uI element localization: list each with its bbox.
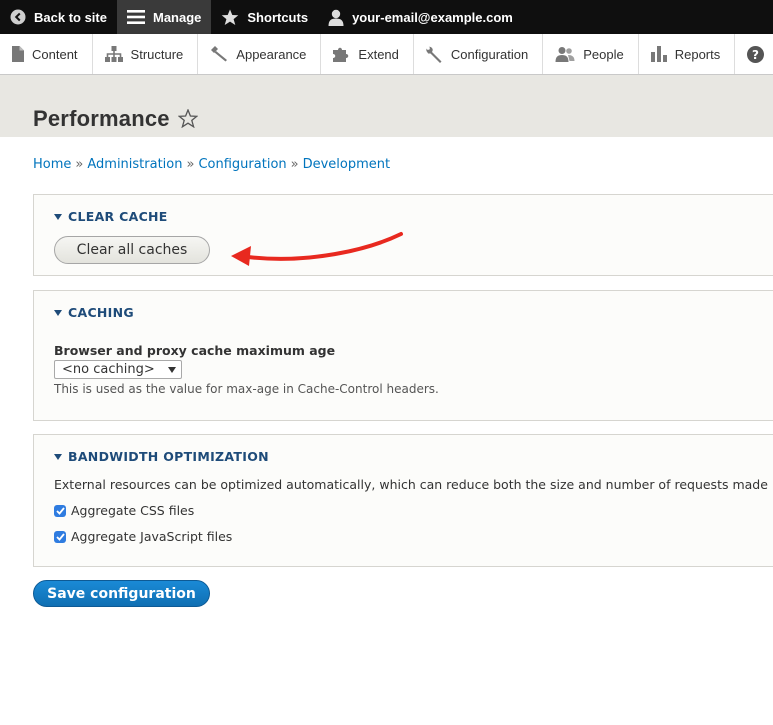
max-age-selected-value: <no caching> bbox=[62, 362, 155, 377]
tray-item-content[interactable]: Content bbox=[0, 34, 93, 74]
admin-tray: Content Structure Appearance Extend Conf… bbox=[0, 34, 773, 75]
tray-item-extend[interactable]: Extend bbox=[321, 34, 414, 74]
star-icon bbox=[221, 9, 239, 26]
breadcrumb-development[interactable]: Development bbox=[303, 157, 391, 172]
clear-all-caches-button[interactable]: Clear all caches bbox=[54, 236, 210, 264]
aggregate-css-row: Aggregate CSS files bbox=[54, 503, 194, 518]
user-tab[interactable]: your-email@example.com bbox=[318, 0, 523, 34]
back-arrow-icon bbox=[10, 9, 26, 25]
caching-legend-text: CACHING bbox=[68, 305, 134, 320]
wrench-icon bbox=[426, 46, 443, 63]
svg-text:?: ? bbox=[752, 48, 759, 62]
chevron-down-icon bbox=[168, 367, 176, 373]
clear-cache-legend[interactable]: CLEAR CACHE bbox=[54, 209, 168, 224]
bandwidth-legend[interactable]: BANDWIDTH OPTIMIZATION bbox=[54, 449, 269, 464]
collapse-triangle-icon bbox=[54, 213, 62, 220]
breadcrumb-separator: » bbox=[186, 157, 195, 172]
admin-toolbar: Back to site Manage Shortcuts your-email… bbox=[0, 0, 773, 34]
breadcrumb-administration[interactable]: Administration bbox=[87, 157, 182, 172]
people-icon bbox=[555, 46, 575, 62]
tray-item-label: Extend bbox=[358, 46, 399, 62]
tray-item-label: People bbox=[583, 46, 624, 62]
aggregate-css-checkbox[interactable] bbox=[54, 504, 66, 517]
checkmark-icon bbox=[55, 506, 65, 515]
breadcrumb-separator: » bbox=[290, 157, 299, 172]
collapse-triangle-icon bbox=[54, 453, 62, 460]
tray-item-configuration[interactable]: Configuration bbox=[414, 34, 544, 74]
checkmark-icon bbox=[55, 532, 65, 541]
max-age-description: This is used as the value for max-age in… bbox=[54, 382, 439, 396]
user-icon bbox=[328, 9, 344, 26]
page-icon bbox=[12, 46, 24, 62]
tray-item-people[interactable]: People bbox=[543, 34, 639, 74]
save-configuration-button[interactable]: Save configuration bbox=[33, 580, 210, 607]
menu-icon bbox=[126, 10, 145, 24]
bandwidth-fieldset: BANDWIDTH OPTIMIZATION External resource… bbox=[33, 434, 773, 567]
breadcrumb-separator: » bbox=[75, 157, 84, 172]
manage-label: Manage bbox=[152, 9, 202, 25]
max-age-label: Browser and proxy cache maximum age bbox=[54, 343, 336, 358]
user-label: your-email@example.com bbox=[352, 9, 513, 25]
page-title: Performance bbox=[33, 106, 170, 131]
bar-chart-icon bbox=[650, 46, 667, 62]
aggregate-css-label[interactable]: Aggregate CSS files bbox=[71, 503, 194, 518]
caching-legend[interactable]: CACHING bbox=[54, 305, 134, 320]
bandwidth-description: External resources can be optimized auto… bbox=[54, 477, 768, 492]
help-icon: ? bbox=[747, 45, 765, 63]
tray-item-label: Reports bbox=[674, 46, 721, 62]
structure-icon bbox=[104, 46, 123, 62]
manage-tab[interactable]: Manage bbox=[116, 0, 212, 34]
tray-item-appearance[interactable]: Appearance bbox=[198, 34, 322, 74]
red-arrow-annotation bbox=[231, 232, 403, 266]
back-to-site-link[interactable]: Back to site bbox=[0, 0, 117, 34]
puzzle-icon bbox=[333, 46, 350, 62]
tray-item-label: Structure bbox=[130, 46, 184, 62]
aggregate-js-row: Aggregate JavaScript files bbox=[54, 529, 232, 544]
brush-icon bbox=[210, 46, 228, 62]
max-age-select[interactable]: <no caching> bbox=[54, 360, 182, 379]
tray-item-help[interactable]: ? H bbox=[735, 34, 773, 74]
bandwidth-legend-text: BANDWIDTH OPTIMIZATION bbox=[68, 449, 269, 464]
collapse-triangle-icon bbox=[54, 309, 62, 316]
tray-item-reports[interactable]: Reports bbox=[639, 34, 736, 74]
aggregate-js-label[interactable]: Aggregate JavaScript files bbox=[71, 529, 232, 544]
shortcuts-label: Shortcuts bbox=[247, 9, 309, 25]
tray-item-structure[interactable]: Structure bbox=[93, 34, 199, 74]
tray-item-label: Content bbox=[32, 46, 78, 62]
back-to-site-label: Back to site bbox=[34, 9, 107, 25]
shortcut-star-icon[interactable] bbox=[177, 108, 199, 132]
tray-item-label: Appearance bbox=[236, 46, 307, 62]
shortcuts-tab[interactable]: Shortcuts bbox=[211, 0, 318, 34]
tray-item-label: Configuration bbox=[450, 46, 529, 62]
breadcrumb: Home» Administration» Configuration» Develo… bbox=[33, 157, 390, 172]
breadcrumb-configuration[interactable]: Configuration bbox=[198, 157, 286, 172]
clear-cache-legend-text: CLEAR CACHE bbox=[68, 209, 168, 224]
aggregate-js-checkbox[interactable] bbox=[54, 530, 66, 543]
breadcrumb-home[interactable]: Home bbox=[33, 157, 71, 172]
caching-fieldset: CACHING Browser and proxy cache maximum … bbox=[33, 290, 773, 421]
